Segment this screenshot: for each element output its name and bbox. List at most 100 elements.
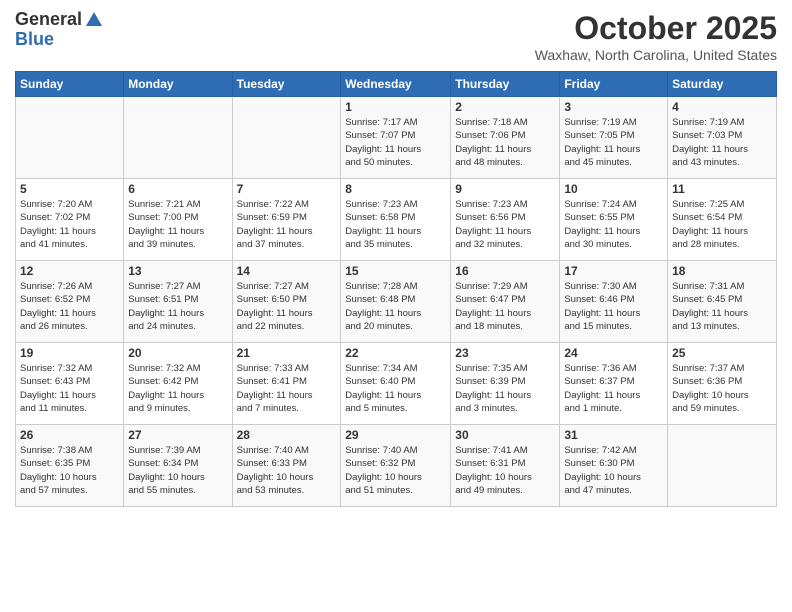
- day-number: 24: [564, 346, 663, 360]
- day-number: 22: [345, 346, 446, 360]
- calendar-cell: 29 Sunrise: 7:40 AM Sunset: 6:32 PM Dayli…: [341, 425, 451, 507]
- location: Waxhaw, North Carolina, United States: [535, 47, 777, 63]
- weekday-header: Tuesday: [232, 72, 341, 97]
- day-number: 14: [237, 264, 337, 278]
- calendar-week-row: 5Sunrise: 7:20 AM Sunset: 7:02 PM Daylig…: [16, 179, 777, 261]
- calendar-cell: 21Sunrise: 7:33 AM Sunset: 6:41 PM Dayli…: [232, 343, 341, 425]
- calendar-cell: 2 Sunrise: 7:18 AM Sunset: 7:06 PM Daylig…: [451, 97, 560, 179]
- day-info: Sunrise: 7:35 AM Sunset: 6:39 PM Dayligh…: [455, 362, 555, 415]
- day-info: Sunrise: 7:41 AM Sunset: 6:31 PM Dayligh…: [455, 444, 555, 497]
- day-number: 25: [672, 346, 772, 360]
- calendar-cell: 20Sunrise: 7:32 AM Sunset: 6:42 PM Dayli…: [124, 343, 232, 425]
- day-info: Sunrise: 7:31 AM Sunset: 6:45 PM Dayligh…: [672, 280, 772, 333]
- day-number: 17: [564, 264, 663, 278]
- day-info: Sunrise: 7:27 AM Sunset: 6:50 PM Dayligh…: [237, 280, 337, 333]
- day-number: 19: [20, 346, 119, 360]
- calendar-cell: 30 Sunrise: 7:41 AM Sunset: 6:31 PM Dayli…: [451, 425, 560, 507]
- day-info: Sunrise: 7:18 AM Sunset: 7:06 PM Dayligh…: [455, 116, 555, 169]
- day-number: 2: [455, 100, 555, 114]
- day-number: 12: [20, 264, 119, 278]
- day-info: Sunrise: 7:42 AM Sunset: 6:30 PM Dayligh…: [564, 444, 663, 497]
- day-info: Sunrise: 7:32 AM Sunset: 6:43 PM Dayligh…: [20, 362, 119, 415]
- day-info: Sunrise: 7:26 AM Sunset: 6:52 PM Dayligh…: [20, 280, 119, 333]
- calendar-cell: 23Sunrise: 7:35 AM Sunset: 6:39 PM Dayli…: [451, 343, 560, 425]
- day-number: 30: [455, 428, 555, 442]
- calendar-cell: 1 Sunrise: 7:17 AM Sunset: 7:07 PM Daylig…: [341, 97, 451, 179]
- calendar-cell: 14 Sunrise: 7:27 AM Sunset: 6:50 PM Dayli…: [232, 261, 341, 343]
- day-info: Sunrise: 7:40 AM Sunset: 6:33 PM Dayligh…: [237, 444, 337, 497]
- day-number: 3: [564, 100, 663, 114]
- weekday-header: Wednesday: [341, 72, 451, 97]
- day-number: 27: [128, 428, 227, 442]
- day-info: Sunrise: 7:21 AM Sunset: 7:00 PM Dayligh…: [128, 198, 227, 251]
- day-number: 11: [672, 182, 772, 196]
- calendar-cell: 17Sunrise: 7:30 AM Sunset: 6:46 PM Dayli…: [560, 261, 668, 343]
- day-number: 4: [672, 100, 772, 114]
- calendar-cell: 18 Sunrise: 7:31 AM Sunset: 6:45 PM Dayli…: [668, 261, 777, 343]
- calendar-cell: 11Sunrise: 7:25 AM Sunset: 6:54 PM Dayli…: [668, 179, 777, 261]
- day-info: Sunrise: 7:33 AM Sunset: 6:41 PM Dayligh…: [237, 362, 337, 415]
- day-number: 31: [564, 428, 663, 442]
- calendar-cell: 31 Sunrise: 7:42 AM Sunset: 6:30 PM Dayli…: [560, 425, 668, 507]
- calendar-week-row: 19 Sunrise: 7:32 AM Sunset: 6:43 PM Dayli…: [16, 343, 777, 425]
- day-info: Sunrise: 7:37 AM Sunset: 6:36 PM Dayligh…: [672, 362, 772, 415]
- calendar-table: SundayMondayTuesdayWednesdayThursdayFrid…: [15, 71, 777, 507]
- day-number: 18: [672, 264, 772, 278]
- day-info: Sunrise: 7:40 AM Sunset: 6:32 PM Dayligh…: [345, 444, 446, 497]
- day-info: Sunrise: 7:20 AM Sunset: 7:02 PM Dayligh…: [20, 198, 119, 251]
- calendar-cell: 27 Sunrise: 7:39 AM Sunset: 6:34 PM Dayli…: [124, 425, 232, 507]
- day-info: Sunrise: 7:23 AM Sunset: 6:56 PM Dayligh…: [455, 198, 555, 251]
- day-number: 10: [564, 182, 663, 196]
- day-info: Sunrise: 7:38 AM Sunset: 6:35 PM Dayligh…: [20, 444, 119, 497]
- weekday-header: Thursday: [451, 72, 560, 97]
- calendar-cell: 22 Sunrise: 7:34 AM Sunset: 6:40 PM Dayli…: [341, 343, 451, 425]
- calendar-cell: 5Sunrise: 7:20 AM Sunset: 7:02 PM Daylig…: [16, 179, 124, 261]
- weekday-header: Friday: [560, 72, 668, 97]
- logo-general: General: [15, 10, 82, 30]
- day-number: 7: [237, 182, 337, 196]
- month-title: October 2025: [535, 10, 777, 47]
- day-info: Sunrise: 7:24 AM Sunset: 6:55 PM Dayligh…: [564, 198, 663, 251]
- calendar-cell: 9 Sunrise: 7:23 AM Sunset: 6:56 PM Daylig…: [451, 179, 560, 261]
- day-info: Sunrise: 7:23 AM Sunset: 6:58 PM Dayligh…: [345, 198, 446, 251]
- calendar-cell: 13 Sunrise: 7:27 AM Sunset: 6:51 PM Dayli…: [124, 261, 232, 343]
- day-number: 6: [128, 182, 227, 196]
- day-info: Sunrise: 7:29 AM Sunset: 6:47 PM Dayligh…: [455, 280, 555, 333]
- day-number: 16: [455, 264, 555, 278]
- day-number: 13: [128, 264, 227, 278]
- title-block: October 2025 Waxhaw, North Carolina, Uni…: [535, 10, 777, 63]
- day-info: Sunrise: 7:19 AM Sunset: 7:03 PM Dayligh…: [672, 116, 772, 169]
- calendar-cell: [124, 97, 232, 179]
- calendar-cell: 25 Sunrise: 7:37 AM Sunset: 6:36 PM Dayli…: [668, 343, 777, 425]
- day-number: 9: [455, 182, 555, 196]
- calendar-cell: [668, 425, 777, 507]
- calendar-cell: [16, 97, 124, 179]
- calendar-cell: [232, 97, 341, 179]
- calendar-page: General Blue October 2025 Waxhaw, North …: [0, 0, 792, 612]
- day-info: Sunrise: 7:34 AM Sunset: 6:40 PM Dayligh…: [345, 362, 446, 415]
- day-info: Sunrise: 7:28 AM Sunset: 6:48 PM Dayligh…: [345, 280, 446, 333]
- weekday-header: Saturday: [668, 72, 777, 97]
- logo-icon: [84, 10, 104, 30]
- calendar-week-row: 12 Sunrise: 7:26 AM Sunset: 6:52 PM Dayli…: [16, 261, 777, 343]
- calendar-cell: 12 Sunrise: 7:26 AM Sunset: 6:52 PM Dayli…: [16, 261, 124, 343]
- logo: General Blue: [15, 10, 104, 50]
- calendar-cell: 4 Sunrise: 7:19 AM Sunset: 7:03 PM Daylig…: [668, 97, 777, 179]
- day-number: 26: [20, 428, 119, 442]
- day-number: 29: [345, 428, 446, 442]
- day-number: 8: [345, 182, 446, 196]
- calendar-week-row: 26 Sunrise: 7:38 AM Sunset: 6:35 PM Dayli…: [16, 425, 777, 507]
- day-info: Sunrise: 7:27 AM Sunset: 6:51 PM Dayligh…: [128, 280, 227, 333]
- calendar-cell: 8 Sunrise: 7:23 AM Sunset: 6:58 PM Daylig…: [341, 179, 451, 261]
- day-info: Sunrise: 7:17 AM Sunset: 7:07 PM Dayligh…: [345, 116, 446, 169]
- calendar-cell: 10 Sunrise: 7:24 AM Sunset: 6:55 PM Dayli…: [560, 179, 668, 261]
- day-number: 15: [345, 264, 446, 278]
- weekday-header-row: SundayMondayTuesdayWednesdayThursdayFrid…: [16, 72, 777, 97]
- day-info: Sunrise: 7:32 AM Sunset: 6:42 PM Dayligh…: [128, 362, 227, 415]
- calendar-week-row: 1 Sunrise: 7:17 AM Sunset: 7:07 PM Daylig…: [16, 97, 777, 179]
- day-number: 1: [345, 100, 446, 114]
- day-info: Sunrise: 7:22 AM Sunset: 6:59 PM Dayligh…: [237, 198, 337, 251]
- logo-blue: Blue: [15, 30, 104, 50]
- day-info: Sunrise: 7:39 AM Sunset: 6:34 PM Dayligh…: [128, 444, 227, 497]
- weekday-header: Monday: [124, 72, 232, 97]
